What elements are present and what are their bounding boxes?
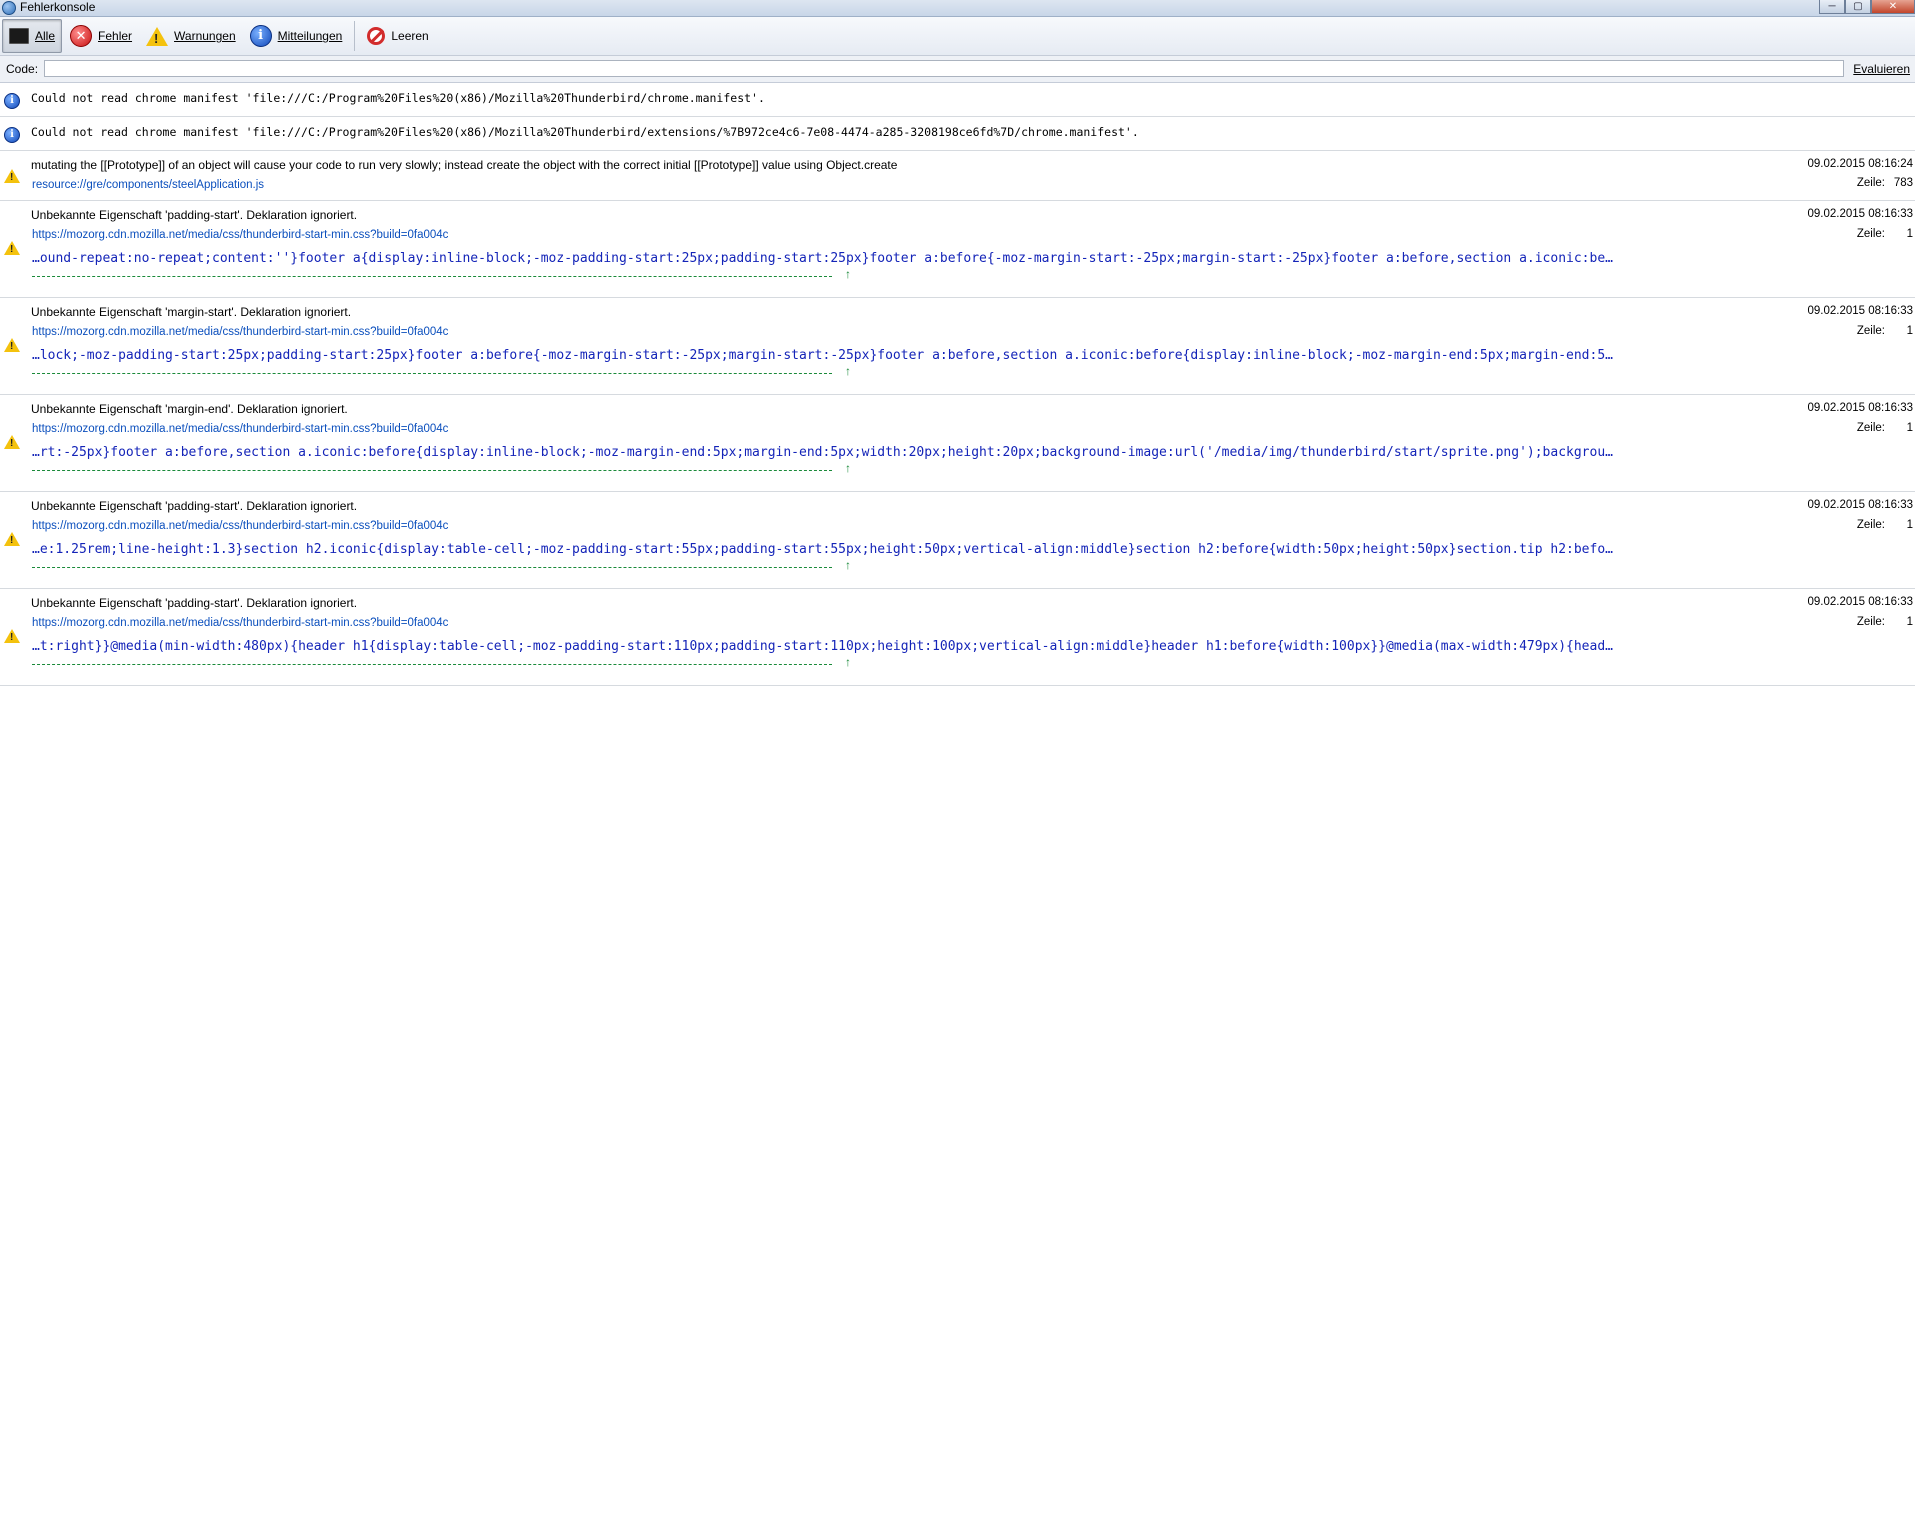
message-row[interactable]: Unbekannte Eigenschaft 'margin-end'. Dek… [0, 395, 1915, 492]
line-number: Zeile: 1 [1856, 228, 1913, 240]
message-row[interactable]: Unbekannte Eigenschaft 'padding-start'. … [0, 589, 1915, 686]
timestamp: 09.02.2015 08:16:33 [1807, 305, 1913, 317]
message-text: Could not read chrome manifest 'file:///… [31, 125, 1139, 139]
warning-icon [146, 26, 169, 46]
error-caret: ↑ [845, 461, 851, 475]
error-caret: ↑ [845, 655, 851, 669]
evaluate-button[interactable]: Evaluieren [1853, 62, 1910, 76]
line-number: Zeile: 1 [1856, 519, 1913, 531]
message-text: Unbekannte Eigenschaft 'margin-start'. D… [31, 305, 352, 319]
warning-icon [4, 241, 20, 255]
line-number: Zeile: 1 [1856, 616, 1913, 628]
message-row[interactable]: Unbekannte Eigenschaft 'padding-start'. … [0, 201, 1915, 298]
error-caret: ↑ [845, 267, 851, 281]
error-caret: ↑ [845, 558, 851, 572]
error-icon: ✕ [70, 25, 93, 47]
clear-button[interactable]: Leeren [361, 19, 434, 53]
code-underline [32, 470, 832, 471]
warning-icon [4, 435, 20, 449]
timestamp: 09.02.2015 08:16:33 [1807, 596, 1913, 608]
timestamp: 09.02.2015 08:16:24 [1807, 158, 1913, 170]
line-number: Zeile: 783 [1856, 177, 1913, 189]
line-number: Zeile: 1 [1856, 325, 1913, 337]
info-icon: i [4, 93, 20, 109]
code-label: Code: [6, 62, 39, 76]
window-titlebar: Fehlerkonsole ─ ▢ ✕ [0, 0, 1915, 17]
code-underline [32, 373, 832, 374]
warning-icon [4, 169, 20, 183]
code-underline [32, 276, 832, 277]
thunderbird-icon [2, 1, 16, 15]
maximize-button[interactable]: ▢ [1845, 0, 1871, 14]
source-code-line: …t:right}}@media(min-width:480px){header… [32, 639, 1613, 654]
info-icon: i [4, 127, 20, 143]
warning-icon [4, 338, 20, 352]
clear-icon [367, 27, 386, 45]
toolbar-separator [354, 21, 356, 51]
message-row[interactable]: i Could not read chrome manifest 'file:/… [0, 83, 1915, 117]
message-text: mutating the [[Prototype]] of an object … [31, 158, 898, 172]
source-link[interactable]: https://mozorg.cdn.mozilla.net/media/css… [32, 229, 448, 241]
filter-messages-button[interactable]: i Mitteilungen [244, 19, 349, 53]
message-row[interactable]: Unbekannte Eigenschaft 'margin-start'. D… [0, 298, 1915, 395]
source-link[interactable]: resource://gre/components/steelApplicati… [32, 179, 264, 191]
message-row[interactable]: Unbekannte Eigenschaft 'padding-start'. … [0, 492, 1915, 589]
source-link[interactable]: https://mozorg.cdn.mozilla.net/media/css… [32, 617, 448, 629]
console-icon [9, 28, 29, 44]
source-link[interactable]: https://mozorg.cdn.mozilla.net/media/css… [32, 326, 448, 338]
message-text: Could not read chrome manifest 'file:///… [31, 91, 765, 105]
line-number: Zeile: 1 [1856, 422, 1913, 434]
clear-label: Leeren [391, 29, 429, 43]
code-bar: Code: Evaluieren [0, 56, 1915, 83]
code-underline [32, 567, 832, 568]
code-underline [32, 664, 832, 665]
source-code-line: …lock;-moz-padding-start:25px;padding-st… [32, 348, 1613, 363]
source-code-line: …rt:-25px}footer a:before,section a.icon… [32, 445, 1613, 460]
timestamp: 09.02.2015 08:16:33 [1807, 499, 1913, 511]
window-controls: ─ ▢ ✕ [1819, 0, 1915, 15]
filter-all-button[interactable]: Alle [2, 19, 63, 53]
message-text: Unbekannte Eigenschaft 'padding-start'. … [31, 596, 358, 610]
source-code-line: …e:1.25rem;line-height:1.3}section h2.ic… [32, 542, 1613, 557]
message-list: i Could not read chrome manifest 'file:/… [0, 83, 1915, 686]
message-row[interactable]: mutating the [[Prototype]] of an object … [0, 151, 1915, 201]
timestamp: 09.02.2015 08:16:33 [1807, 208, 1913, 220]
message-row[interactable]: i Could not read chrome manifest 'file:/… [0, 117, 1915, 151]
close-button[interactable]: ✕ [1871, 0, 1915, 14]
source-code-line: …ound-repeat:no-repeat;content:''}footer… [32, 251, 1613, 266]
source-link[interactable]: https://mozorg.cdn.mozilla.net/media/css… [32, 520, 448, 532]
source-link[interactable]: https://mozorg.cdn.mozilla.net/media/css… [32, 423, 448, 435]
filter-warnings-label: Warnungen [174, 29, 236, 43]
message-text: Unbekannte Eigenschaft 'margin-end'. Dek… [31, 402, 348, 416]
warning-icon [4, 532, 20, 546]
console-toolbar: Alle ✕ Fehler Warnungen i Mitteilungen L… [0, 17, 1915, 56]
error-caret: ↑ [845, 364, 851, 378]
message-text: Unbekannte Eigenschaft 'padding-start'. … [31, 499, 358, 513]
filter-warnings-button[interactable]: Warnungen [140, 19, 242, 53]
filter-messages-label: Mitteilungen [277, 29, 343, 43]
warning-icon [4, 629, 20, 643]
filter-all-label: Alle [35, 29, 56, 43]
filter-errors-button[interactable]: ✕ Fehler [64, 19, 138, 53]
minimize-button[interactable]: ─ [1819, 0, 1845, 14]
filter-errors-label: Fehler [98, 29, 133, 43]
code-input[interactable] [44, 60, 1844, 77]
info-icon: i [249, 25, 272, 47]
timestamp: 09.02.2015 08:16:33 [1807, 402, 1913, 414]
message-text: Unbekannte Eigenschaft 'padding-start'. … [31, 208, 358, 222]
window-title: Fehlerkonsole [20, 0, 96, 14]
